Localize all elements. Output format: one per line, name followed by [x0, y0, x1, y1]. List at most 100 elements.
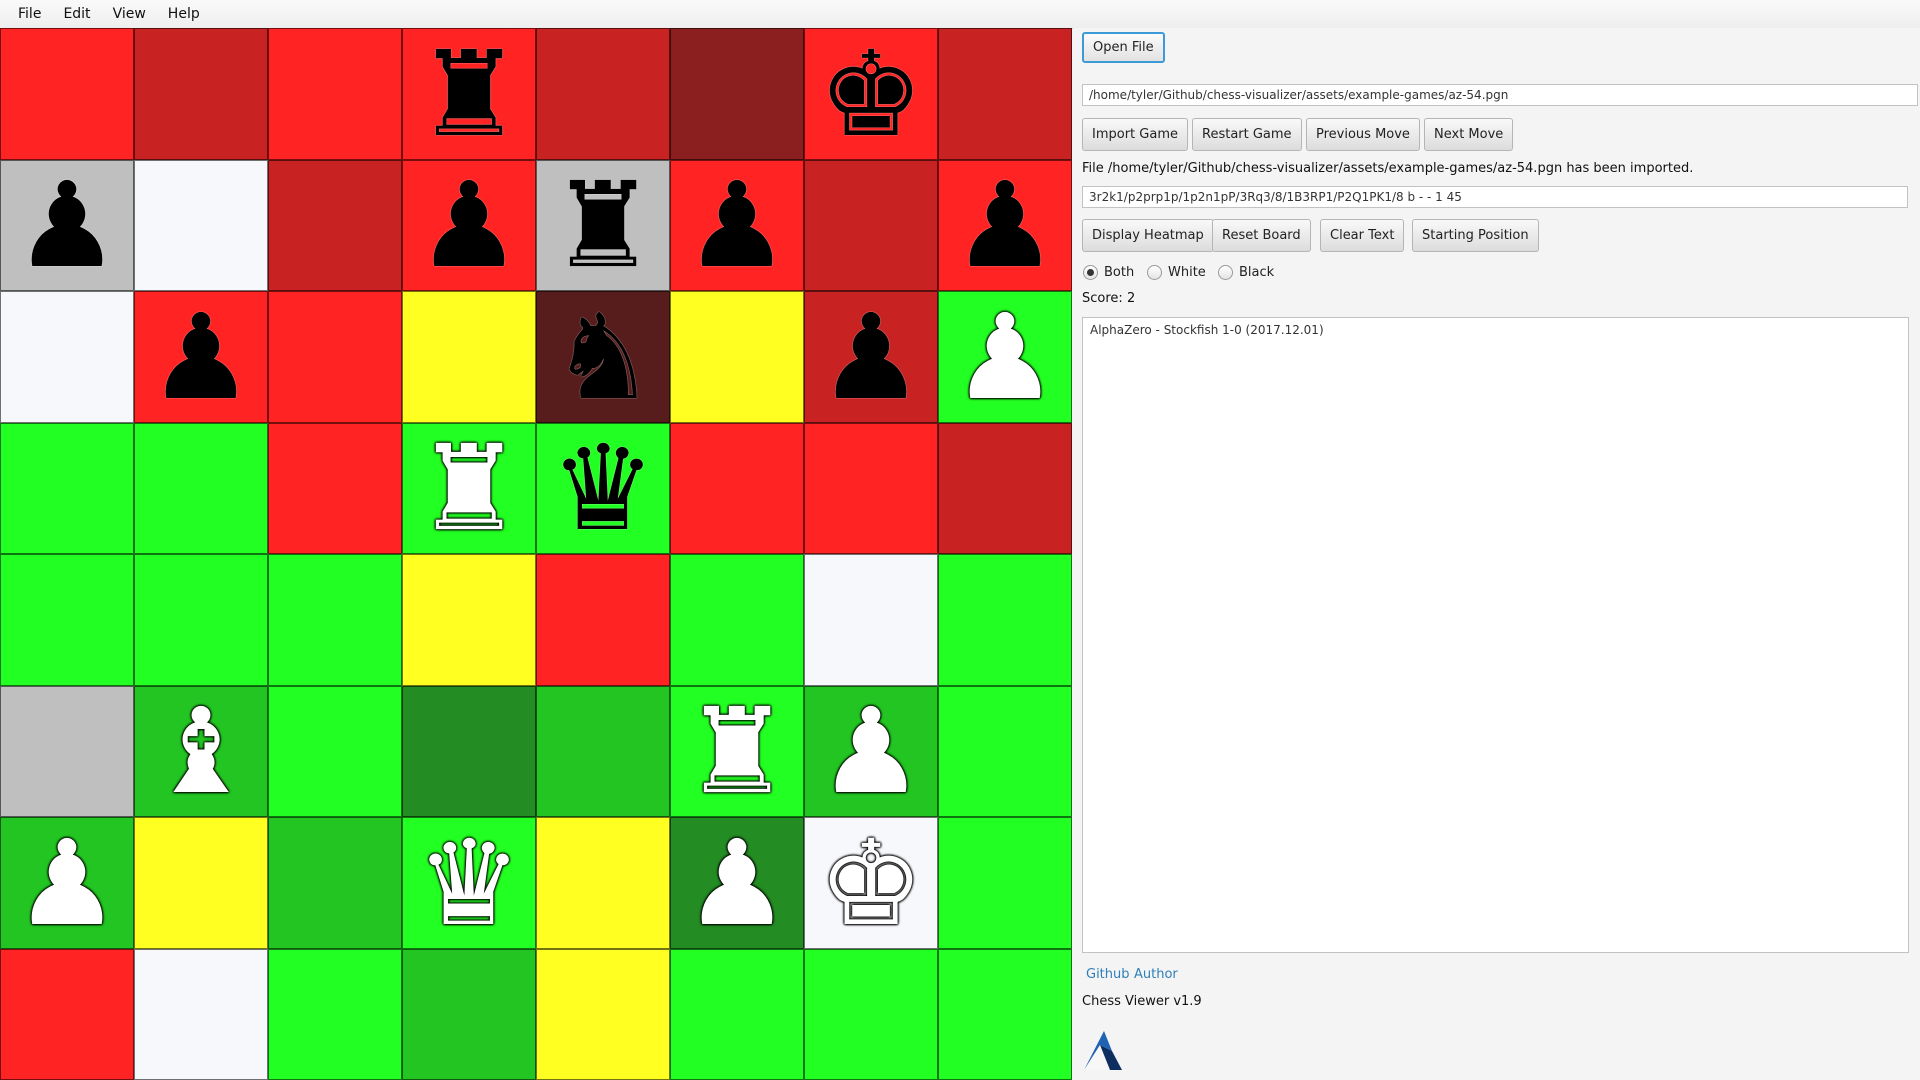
white-pawn-icon[interactable]: ♟	[818, 692, 924, 810]
square-h6[interactable]: ♟	[938, 291, 1072, 423]
square-h1[interactable]	[938, 948, 1072, 1080]
square-g2[interactable]: ♚	[804, 817, 938, 949]
square-d4[interactable]	[402, 554, 536, 686]
square-e7[interactable]: ♜	[536, 159, 670, 291]
square-a8[interactable]	[0, 28, 134, 160]
open-file-button[interactable]: Open File	[1082, 32, 1165, 63]
square-a7[interactable]: ♟	[0, 159, 134, 291]
square-g3[interactable]: ♟	[804, 685, 938, 817]
square-e6[interactable]: ♞	[536, 291, 670, 423]
menu-edit[interactable]: Edit	[52, 0, 101, 28]
black-pawn-icon[interactable]: ♟	[148, 298, 254, 416]
starting-position-button[interactable]: Starting Position	[1412, 219, 1539, 252]
next-move-button[interactable]: Next Move	[1424, 118, 1514, 151]
menu-help[interactable]: Help	[157, 0, 211, 28]
white-rook-icon[interactable]: ♜	[416, 429, 522, 547]
square-c3[interactable]	[268, 685, 402, 817]
square-c8[interactable]	[268, 28, 402, 160]
square-e4[interactable]	[536, 554, 670, 686]
square-b7[interactable]	[134, 159, 268, 291]
black-rook-icon[interactable]: ♜	[550, 166, 656, 284]
square-c7[interactable]	[268, 159, 402, 291]
square-d2[interactable]: ♛	[402, 817, 536, 949]
square-e2[interactable]	[536, 817, 670, 949]
square-c5[interactable]	[268, 422, 402, 554]
clear-text-button[interactable]: Clear Text	[1320, 219, 1405, 252]
square-d7[interactable]: ♟	[402, 159, 536, 291]
square-a4[interactable]	[0, 554, 134, 686]
fen-field[interactable]	[1082, 186, 1908, 208]
square-a6[interactable]	[0, 291, 134, 423]
square-d6[interactable]	[402, 291, 536, 423]
previous-move-button[interactable]: Previous Move	[1306, 118, 1420, 151]
reset-board-button[interactable]: Reset Board	[1212, 219, 1311, 252]
square-g6[interactable]: ♟	[804, 291, 938, 423]
menu-file[interactable]: File	[0, 0, 52, 28]
square-f7[interactable]: ♟	[670, 159, 804, 291]
square-c6[interactable]	[268, 291, 402, 423]
square-h8[interactable]	[938, 28, 1072, 160]
square-b1[interactable]	[134, 948, 268, 1080]
square-h4[interactable]	[938, 554, 1072, 686]
square-b2[interactable]	[134, 817, 268, 949]
square-b5[interactable]	[134, 422, 268, 554]
square-f4[interactable]	[670, 554, 804, 686]
white-pawn-icon[interactable]: ♟	[14, 824, 120, 942]
radio-both[interactable]: Both	[1083, 265, 1134, 280]
square-c1[interactable]	[268, 948, 402, 1080]
square-h2[interactable]	[938, 817, 1072, 949]
square-f1[interactable]	[670, 948, 804, 1080]
square-g1[interactable]	[804, 948, 938, 1080]
square-h7[interactable]: ♟	[938, 159, 1072, 291]
square-d3[interactable]	[402, 685, 536, 817]
square-h3[interactable]	[938, 685, 1072, 817]
square-g5[interactable]	[804, 422, 938, 554]
square-b8[interactable]	[134, 28, 268, 160]
square-a2[interactable]: ♟	[0, 817, 134, 949]
import-game-button[interactable]: Import Game	[1082, 118, 1188, 151]
square-e1[interactable]	[536, 948, 670, 1080]
square-f2[interactable]: ♟	[670, 817, 804, 949]
author-link[interactable]: Author	[1134, 967, 1178, 982]
square-g4[interactable]	[804, 554, 938, 686]
black-pawn-icon[interactable]: ♟	[818, 298, 924, 416]
white-bishop-icon[interactable]: ♝	[148, 692, 254, 810]
black-king-icon[interactable]: ♚	[818, 35, 924, 153]
radio-white[interactable]: White	[1147, 265, 1206, 280]
square-h5[interactable]	[938, 422, 1072, 554]
file-path-field[interactable]	[1082, 84, 1918, 106]
square-d1[interactable]	[402, 948, 536, 1080]
menu-view[interactable]: View	[102, 0, 157, 28]
github-link[interactable]: Github	[1086, 967, 1130, 982]
square-a3[interactable]	[0, 685, 134, 817]
square-g8[interactable]: ♚	[804, 28, 938, 160]
square-e8[interactable]	[536, 28, 670, 160]
square-f6[interactable]	[670, 291, 804, 423]
square-b6[interactable]: ♟	[134, 291, 268, 423]
black-queen-icon[interactable]: ♛	[550, 429, 656, 547]
square-c4[interactable]	[268, 554, 402, 686]
game-log-textarea[interactable]: AlphaZero - Stockfish 1-0 (2017.12.01)	[1082, 317, 1909, 953]
radio-black-indicator[interactable]	[1218, 265, 1233, 280]
square-f3[interactable]: ♜	[670, 685, 804, 817]
square-f8[interactable]	[670, 28, 804, 160]
square-e5[interactable]: ♛	[536, 422, 670, 554]
square-f5[interactable]	[670, 422, 804, 554]
white-pawn-icon[interactable]: ♟	[952, 298, 1058, 416]
square-g7[interactable]	[804, 159, 938, 291]
white-queen-icon[interactable]: ♛	[416, 824, 522, 942]
square-b4[interactable]	[134, 554, 268, 686]
black-knight-icon[interactable]: ♞	[550, 298, 656, 416]
radio-both-indicator[interactable]	[1083, 265, 1098, 280]
white-pawn-icon[interactable]: ♟	[684, 824, 790, 942]
white-rook-icon[interactable]: ♜	[684, 692, 790, 810]
black-pawn-icon[interactable]: ♟	[684, 166, 790, 284]
square-e3[interactable]	[536, 685, 670, 817]
square-c2[interactable]	[268, 817, 402, 949]
white-king-icon[interactable]: ♚	[818, 824, 924, 942]
square-a1[interactable]	[0, 948, 134, 1080]
restart-game-button[interactable]: Restart Game	[1192, 118, 1302, 151]
black-pawn-icon[interactable]: ♟	[416, 166, 522, 284]
black-pawn-icon[interactable]: ♟	[952, 166, 1058, 284]
square-a5[interactable]	[0, 422, 134, 554]
